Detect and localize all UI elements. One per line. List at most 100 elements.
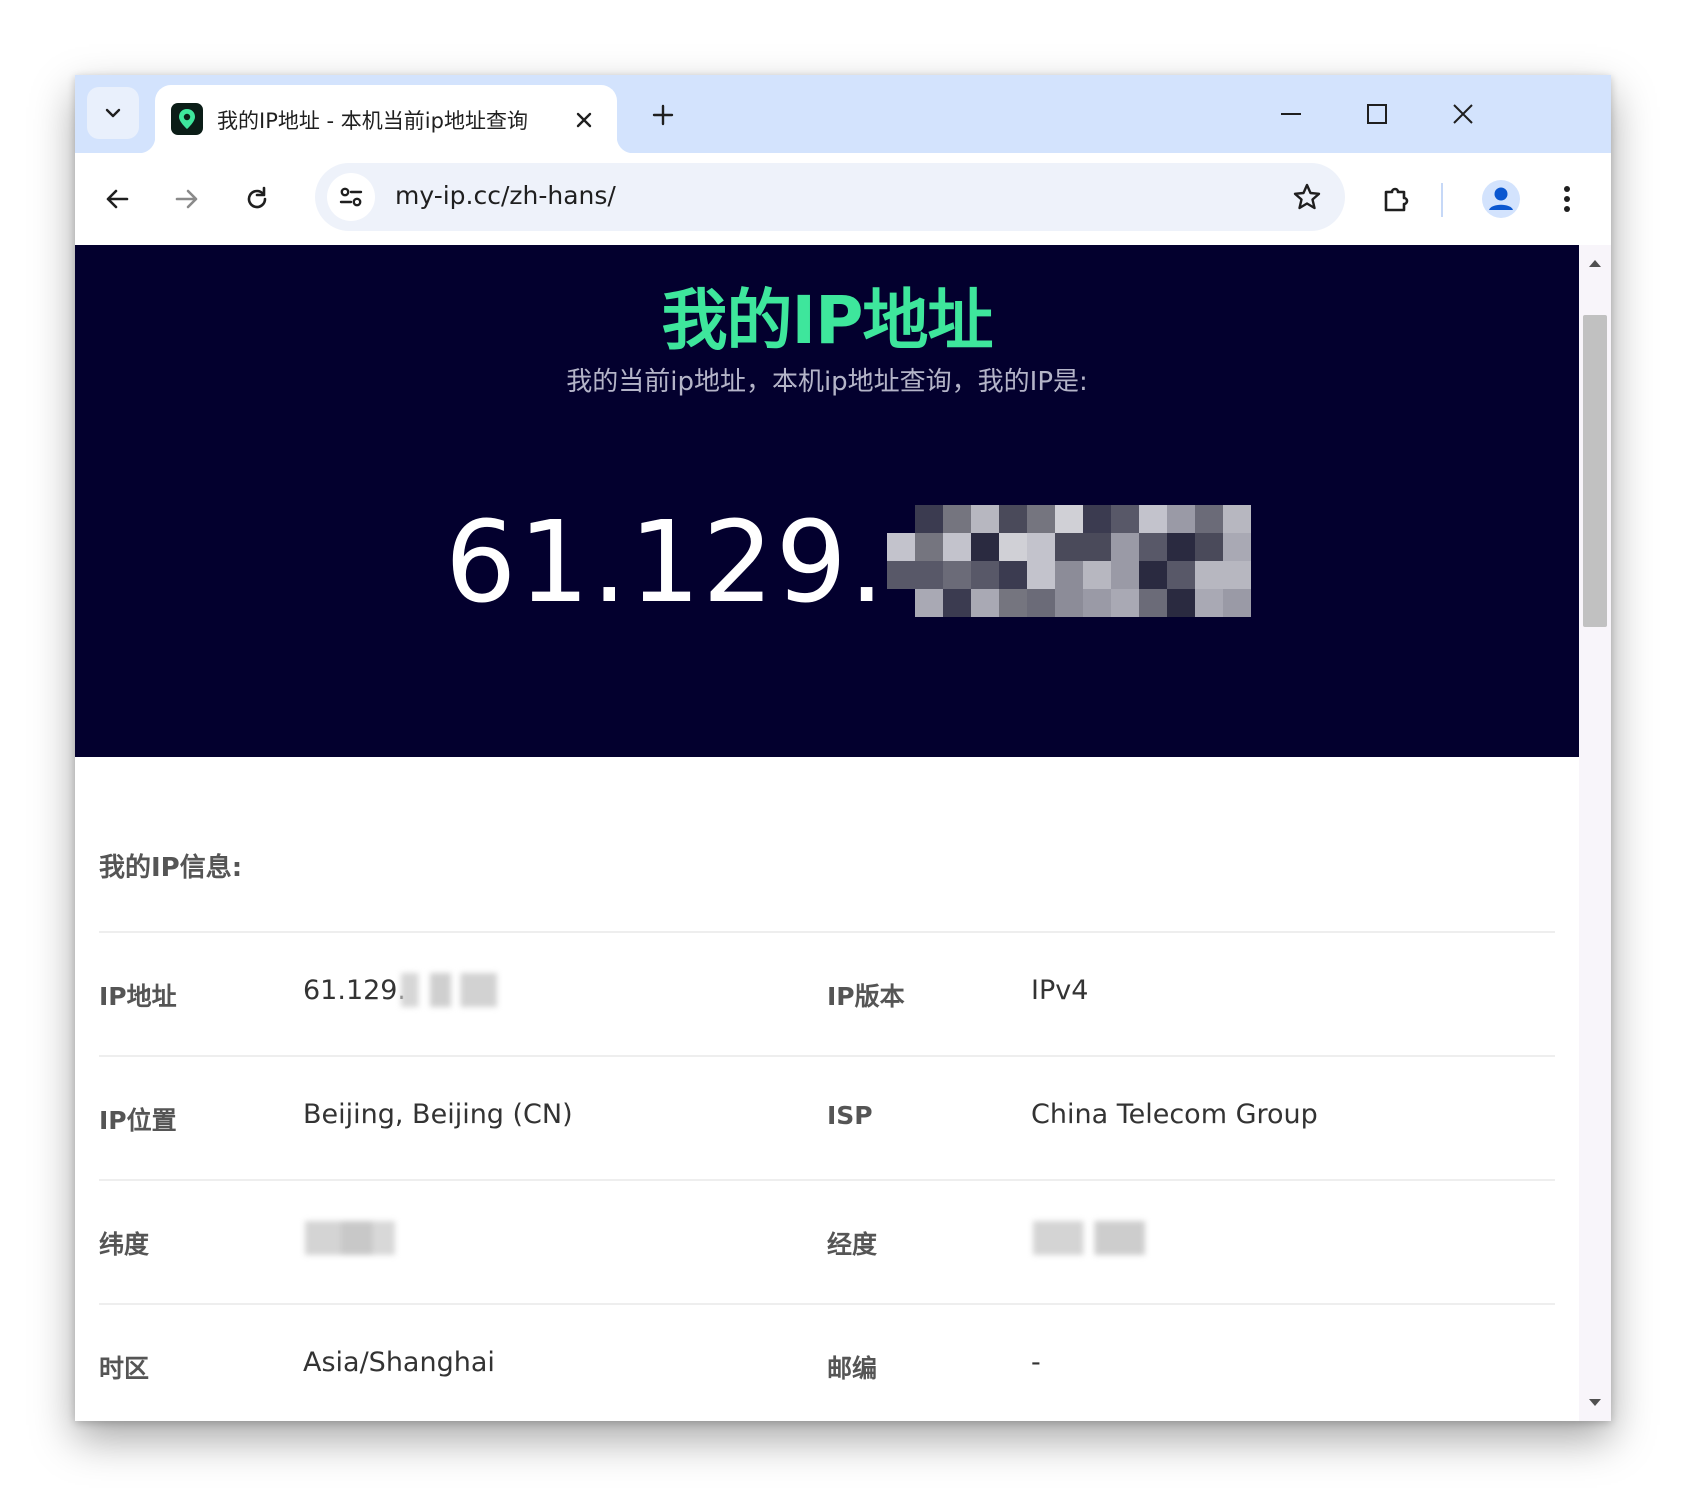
pixelation-cell: [1251, 589, 1279, 617]
pixelation-cell: [1222, 561, 1251, 589]
close-window-button[interactable]: [1433, 87, 1493, 141]
pixelation-cell: [914, 561, 943, 589]
maximize-icon: [1367, 104, 1387, 124]
pixelation-cell: [1138, 561, 1167, 589]
close-icon: [1453, 104, 1473, 124]
pixelation-cell: [1082, 589, 1111, 617]
pixelation-cell: [1251, 533, 1279, 561]
star-icon: [1293, 183, 1321, 210]
minimize-icon: [1281, 113, 1301, 115]
pixelation-cell: [1138, 589, 1167, 617]
info-row: IP地址 61.129. IP版本 IPv4: [99, 931, 1555, 1055]
toolbar-divider: [1441, 183, 1443, 217]
pixelation-cell: [1194, 533, 1223, 561]
kebab-icon: [1564, 186, 1570, 212]
close-icon: [576, 112, 592, 128]
tune-icon: [339, 187, 363, 207]
tab-search-button[interactable]: [87, 87, 139, 139]
reload-button[interactable]: [231, 173, 283, 225]
site-info-button[interactable]: [327, 173, 375, 221]
pixelation-cell: [887, 505, 915, 533]
vertical-scrollbar[interactable]: [1579, 245, 1611, 1421]
scrollbar-thumb[interactable]: [1583, 315, 1607, 627]
pixelation-cell: [1166, 505, 1195, 533]
pixelation-cell: [1082, 561, 1111, 589]
postal-code-value: -: [1031, 1347, 1041, 1378]
reload-icon: [247, 186, 267, 209]
pixelation-cell: [1110, 533, 1139, 561]
profile-button[interactable]: [1475, 173, 1527, 225]
pixelation-cell: [1026, 505, 1055, 533]
pixelation-cell: [1222, 505, 1251, 533]
triangle-up-icon: [1589, 260, 1601, 267]
pixelation-cell: [1054, 561, 1083, 589]
pixelation-cell: [1166, 589, 1195, 617]
forward-button[interactable]: [161, 173, 213, 225]
pixelation-cell: [886, 561, 915, 589]
arrow-right-icon: [175, 189, 198, 209]
pixelation-cell: [970, 533, 999, 561]
longitude-label: 经度: [827, 1230, 878, 1259]
tab-title: 我的IP地址 - 本机当前ip地址查询: [217, 109, 528, 133]
ip-address-display: 61.129.: [445, 503, 1279, 623]
active-tab[interactable]: 我的IP地址 - 本机当前ip地址查询: [139, 85, 633, 153]
pixelation-cell: [1138, 505, 1167, 533]
pixelation-cell: [1110, 589, 1139, 617]
ip-version-label: IP版本: [827, 982, 905, 1011]
pixelation-cell: [1054, 505, 1083, 533]
pixelation-cell: [942, 561, 971, 589]
ip-redacted-pixelation: [886, 505, 1279, 617]
url-text: my-ip.cc/zh-hans/: [395, 181, 616, 210]
page-title: 我的IP地址: [661, 282, 994, 359]
pixelation-cell: [887, 589, 915, 617]
ip-version-value: IPv4: [1031, 975, 1089, 1006]
page-subtitle: 我的当前ip地址，本机ip地址查询，我的IP是:: [566, 367, 1088, 397]
pixelation-cell: [914, 533, 943, 561]
pixelation-cell: [942, 505, 971, 533]
info-heading: 我的IP信息:: [99, 853, 243, 883]
postal-code-label: 邮编: [827, 1354, 878, 1383]
minimize-button[interactable]: [1261, 87, 1321, 141]
pixelation-cell: [1082, 505, 1111, 533]
pixelation-cell: [1251, 561, 1279, 589]
ip-address-prefix: 61.129.: [445, 498, 887, 628]
pixelation-cell: [1138, 533, 1167, 561]
pixelation-cell: [942, 589, 971, 617]
info-row: 时区 Asia/Shanghai 邮编 -: [99, 1303, 1555, 1421]
page-viewport: 我的IP地址 我的当前ip地址，本机ip地址查询，我的IP是: 61.129. …: [75, 245, 1611, 1421]
tab-close-button[interactable]: [569, 105, 599, 135]
new-tab-button[interactable]: [639, 91, 687, 139]
pixelation-cell: [886, 533, 915, 561]
pixelation-cell: [970, 589, 999, 617]
info-row: 纬度 经度: [99, 1179, 1555, 1303]
ip-address-redacted: [401, 973, 497, 1007]
back-button[interactable]: [91, 173, 143, 225]
timezone-label: 时区: [99, 1354, 150, 1383]
pixelation-cell: [914, 589, 943, 617]
pixelation-cell: [1222, 533, 1251, 561]
ip-address-label: IP地址: [99, 982, 177, 1011]
maximize-button[interactable]: [1347, 87, 1407, 141]
pixelation-cell: [998, 561, 1027, 589]
puzzle-icon: [1384, 187, 1409, 212]
extensions-button[interactable]: [1371, 173, 1423, 225]
site-favicon-icon: [171, 103, 203, 135]
arrow-left-icon: [106, 189, 129, 209]
pixelation-cell: [1026, 533, 1055, 561]
pixelation-cell: [998, 505, 1027, 533]
address-bar[interactable]: my-ip.cc/zh-hans/: [315, 163, 1345, 231]
pixelation-cell: [1110, 561, 1139, 589]
scroll-up-button[interactable]: [1579, 251, 1611, 275]
triangle-down-icon: [1589, 1399, 1601, 1406]
pixelation-cell: [942, 533, 971, 561]
bookmark-button[interactable]: [1283, 173, 1331, 221]
pixelation-cell: [914, 505, 943, 533]
pixelation-cell: [1194, 589, 1223, 617]
pixelation-cell: [1251, 505, 1279, 533]
pixelation-cell: [1026, 589, 1055, 617]
scroll-down-button[interactable]: [1579, 1391, 1611, 1415]
latitude-redacted: [305, 1221, 395, 1255]
browser-window: 我的IP地址 - 本机当前ip地址查询 my-ip.cc/zh-hans/ 我的…: [75, 75, 1611, 1421]
pixelation-cell: [1194, 505, 1223, 533]
menu-button[interactable]: [1541, 173, 1593, 225]
